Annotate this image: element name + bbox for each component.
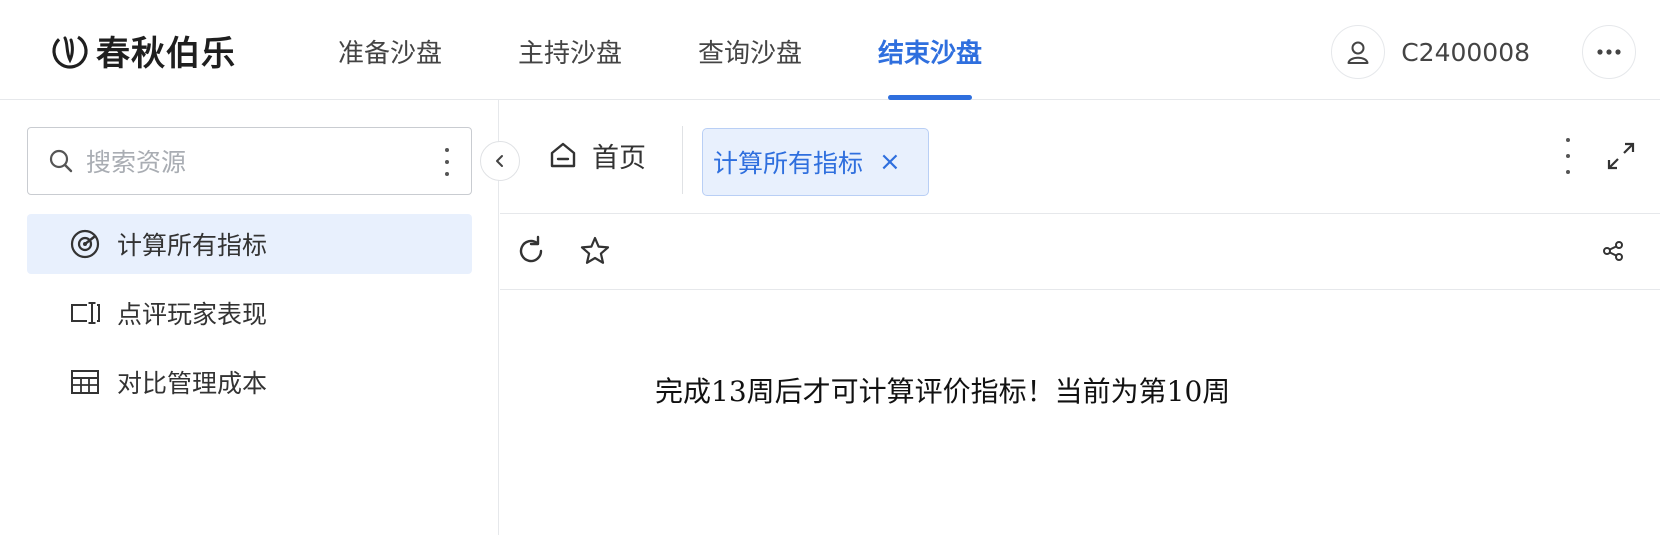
sidebar-item-label: 对比管理成本 (117, 369, 268, 398)
user-name: C2400008 (1401, 37, 1530, 67)
tab-home-label: 首页 (592, 142, 646, 174)
status-message: 完成13周后才可计算评价指标！当前为第10周 (655, 375, 1231, 408)
avatar[interactable] (1331, 25, 1386, 79)
sidebar-item-review-players[interactable]: 点评玩家表现 (27, 283, 472, 343)
top-header: 春秋伯乐 准备沙盘 主持沙盘 查询沙盘 结束沙盘 C2400008 (0, 0, 1660, 100)
logo-mark-icon (52, 33, 88, 69)
sidebar: 搜索资源 计算所有指标 点评玩家表现 对比管理成本 (0, 100, 499, 535)
nav-prepare[interactable]: 准备沙盘 (300, 0, 480, 100)
page-toolbar (500, 214, 1660, 290)
tab-options-icon[interactable] (1562, 138, 1574, 174)
home-icon (550, 142, 576, 168)
tab-divider (682, 126, 683, 194)
more-button[interactable] (1582, 25, 1636, 79)
collapse-sidebar-button[interactable] (480, 141, 520, 181)
search-placeholder: 搜索资源 (86, 148, 187, 177)
refresh-icon[interactable] (514, 234, 548, 268)
nav-query[interactable]: 查询沙盘 (660, 0, 840, 100)
chevron-left-icon (496, 155, 503, 167)
logo-text: 春秋伯乐 (96, 33, 236, 74)
gauge-icon (69, 228, 101, 260)
resource-menu: 计算所有指标 点评玩家表现 对比管理成本 (27, 214, 472, 421)
user-icon (1347, 41, 1369, 64)
search-input[interactable]: 搜索资源 (27, 127, 472, 195)
tab-bar: 首页 计算所有指标 × (500, 100, 1660, 214)
more-horizontal-icon (1597, 49, 1621, 55)
close-icon[interactable]: × (879, 147, 901, 177)
logo[interactable]: 春秋伯乐 (48, 28, 236, 74)
search-options-icon[interactable] (437, 144, 457, 180)
user-menu[interactable]: C2400008 (1331, 25, 1530, 79)
star-icon[interactable] (578, 234, 612, 268)
tab-home[interactable]: 首页 (548, 130, 646, 180)
nav-host[interactable]: 主持沙盘 (480, 0, 660, 100)
main-content: 首页 计算所有指标 × 完成13周后才可计算评价指标！当前为第10周 (500, 100, 1660, 535)
sidebar-item-label: 点评玩家表现 (117, 300, 268, 329)
main-nav: 准备沙盘 主持沙盘 查询沙盘 结束沙盘 (300, 0, 1020, 100)
sidebar-item-compare-costs[interactable]: 对比管理成本 (27, 352, 472, 412)
nav-finish[interactable]: 结束沙盘 (840, 0, 1020, 100)
fullscreen-icon[interactable] (1605, 140, 1637, 172)
comment-cursor-icon (69, 297, 101, 329)
share-icon[interactable] (1602, 240, 1624, 262)
tab-calc-metrics[interactable]: 计算所有指标 × (702, 128, 929, 196)
tab-label: 计算所有指标 (713, 149, 864, 178)
search-icon (49, 149, 73, 173)
table-icon (69, 366, 101, 398)
sidebar-item-calc-metrics[interactable]: 计算所有指标 (27, 214, 472, 274)
sidebar-item-label: 计算所有指标 (117, 231, 268, 260)
